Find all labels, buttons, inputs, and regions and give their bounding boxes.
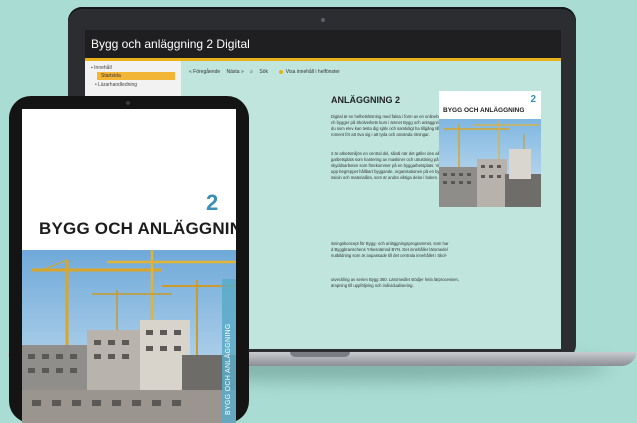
tablet-screen: 2 BYGG OCH ANLÄGGNING BYGG OCH ANLÄGGNIN… bbox=[22, 109, 236, 423]
tablet-camera bbox=[126, 101, 130, 105]
content-nav: « Föregående Nästa » ⌕ Sök Visa innehåll… bbox=[189, 69, 350, 75]
sidebar-item-innehall[interactable]: ▪ Innehåll bbox=[91, 65, 112, 71]
search-label: Sök bbox=[259, 69, 268, 75]
cover-spine-text: BYGG OCH ANLÄGGNING bbox=[225, 323, 232, 415]
sidebar-item-startsida[interactable]: Startsida bbox=[97, 72, 175, 80]
construction-photo bbox=[439, 119, 541, 207]
toc-label: Visa innehåll i helfönster bbox=[285, 69, 340, 75]
laptop-camera bbox=[321, 18, 325, 22]
sidebar-item-lararhandledning[interactable]: • Lärarhandledning bbox=[95, 82, 137, 88]
toc-link[interactable]: Visa innehåll i helfönster bbox=[279, 69, 345, 75]
next-link[interactable]: Nästa » bbox=[227, 69, 244, 75]
document-paragraph: utveckling av serien Bygg 360. Läromedle… bbox=[331, 277, 460, 288]
scene: Bygg och anläggning 2 Digital ▪ Innehåll… bbox=[0, 0, 637, 423]
search-link[interactable]: ⌕ Sök bbox=[250, 69, 273, 75]
app-header: Bygg och anläggning 2 Digital bbox=[85, 30, 561, 58]
sidebar-item-label: Startsida bbox=[101, 73, 121, 79]
book-cover-small: 2 BYGG OCH ANLÄGGNING bbox=[439, 91, 541, 207]
cover-number: 2 bbox=[530, 94, 536, 105]
construction-photo bbox=[22, 250, 236, 423]
dot-icon bbox=[279, 69, 284, 74]
cover-number: 2 bbox=[206, 190, 219, 215]
cover-title: BYGG OCH ANLÄGGNING bbox=[39, 219, 236, 238]
laptop-notch bbox=[290, 352, 350, 357]
document-title: ANLÄGGNING 2 bbox=[331, 95, 401, 105]
tablet: 2 BYGG OCH ANLÄGGNING BYGG OCH ANLÄGGNIN… bbox=[9, 96, 249, 423]
cover-title: BYGG OCH ANLÄGGNING bbox=[443, 107, 525, 114]
app-title: Bygg och anläggning 2 Digital bbox=[91, 37, 250, 51]
sidebar-item-label: • Lärarhandledning bbox=[95, 82, 138, 88]
search-icon: ⌕ bbox=[250, 69, 253, 75]
book-icon: ▪ bbox=[91, 65, 93, 71]
prev-link[interactable]: « Föregående bbox=[189, 69, 220, 75]
sidebar-item-label: Innehåll bbox=[94, 65, 112, 71]
document-paragraph: isningskoncept för Bygg- och anläggnings… bbox=[331, 241, 449, 258]
